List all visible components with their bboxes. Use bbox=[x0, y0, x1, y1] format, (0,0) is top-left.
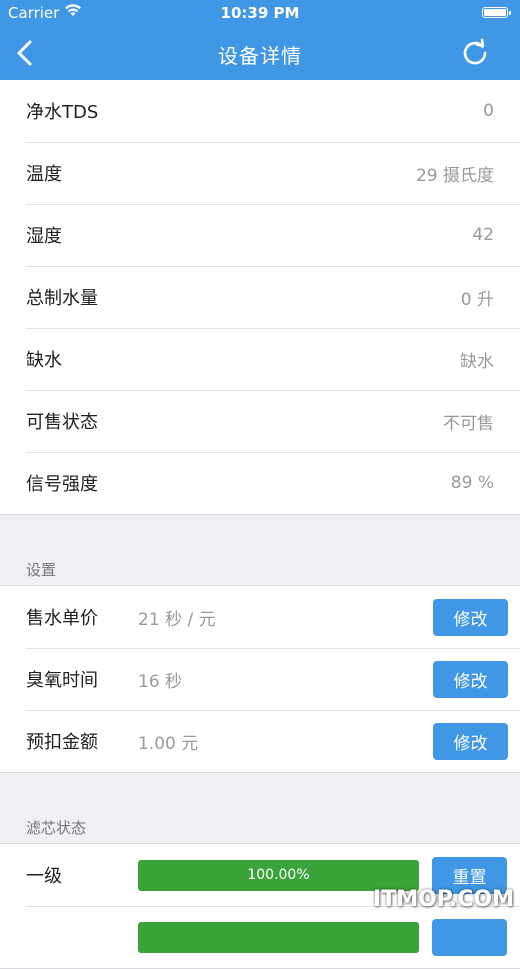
detail-label: 温度 bbox=[26, 164, 62, 185]
battery-full-icon bbox=[482, 7, 511, 18]
detail-value: 不可售 bbox=[443, 413, 494, 434]
setting-value: 21 秒 / 元 bbox=[138, 609, 216, 630]
detail-value: 42 bbox=[472, 225, 494, 245]
watermark: ITMOP.COM bbox=[373, 887, 514, 912]
setting-value: 1.00 元 bbox=[138, 733, 199, 754]
settings-section-header: 设置 bbox=[26, 561, 57, 579]
setting-label: 售水单价 bbox=[26, 608, 98, 629]
filter-progress-bar: 100.00% bbox=[138, 859, 419, 891]
detail-value: 29 摄氏度 bbox=[415, 165, 494, 186]
detail-row-tds: 净水TDS 0 bbox=[0, 80, 520, 142]
edit-ozone-time-button[interactable]: 修改 bbox=[433, 660, 508, 698]
detail-row-humidity: 湿度 42 bbox=[0, 204, 520, 266]
page-title: 设备详情 bbox=[218, 44, 302, 68]
detail-value: 0 bbox=[483, 101, 494, 121]
detail-content: 净水TDS 0 温度 29 摄氏度 湿度 42 总制水量 0 升 缺水 缺水 可… bbox=[0, 80, 520, 969]
edit-prededuct-amount-button[interactable]: 修改 bbox=[433, 722, 508, 760]
detail-label: 缺水 bbox=[26, 350, 62, 371]
filter-progress-text: 100.00% bbox=[247, 867, 310, 883]
setting-row-prededuct-amount: 预扣金额 1.00 元 修改 bbox=[0, 710, 520, 772]
detail-value: 缺水 bbox=[460, 351, 494, 372]
edit-unit-price-button[interactable]: 修改 bbox=[433, 598, 508, 636]
navigation-bar: 设备详情 bbox=[0, 26, 520, 80]
filter-section-header: 滤芯状态 bbox=[26, 819, 87, 837]
detail-value: 89 % bbox=[450, 473, 494, 493]
setting-row-ozone-time: 臭氧时间 16 秒 修改 bbox=[0, 648, 520, 710]
detail-row-total-water: 总制水量 0 升 bbox=[0, 266, 520, 328]
setting-row-unit-price: 售水单价 21 秒 / 元 修改 bbox=[0, 586, 520, 648]
detail-label: 信号强度 bbox=[26, 474, 98, 495]
detail-row-water-shortage: 缺水 缺水 bbox=[0, 328, 520, 390]
detail-label: 总制水量 bbox=[26, 288, 98, 309]
refresh-icon[interactable] bbox=[460, 38, 490, 68]
detail-label: 净水TDS bbox=[26, 102, 99, 123]
detail-label: 湿度 bbox=[26, 226, 62, 247]
detail-row-signal-strength: 信号强度 89 % bbox=[0, 452, 520, 514]
detail-row-temperature: 温度 29 摄氏度 bbox=[0, 142, 520, 204]
detail-label: 可售状态 bbox=[26, 412, 98, 433]
filter-label: 一级 bbox=[26, 866, 62, 887]
status-bar: Carrier 10:39 PM bbox=[0, 0, 520, 26]
setting-label: 预扣金额 bbox=[26, 732, 98, 753]
filter-row-level-2 bbox=[0, 906, 520, 968]
detail-value: 0 升 bbox=[460, 289, 494, 310]
settings-list: 售水单价 21 秒 / 元 修改 臭氧时间 16 秒 修改 预扣金额 1.00 … bbox=[0, 585, 520, 773]
setting-label: 臭氧时间 bbox=[26, 670, 98, 691]
detail-row-sale-status: 可售状态 不可售 bbox=[0, 390, 520, 452]
filter-progress-text bbox=[138, 922, 419, 953]
setting-value: 16 秒 bbox=[138, 671, 183, 692]
device-details-list: 净水TDS 0 温度 29 摄氏度 湿度 42 总制水量 0 升 缺水 缺水 可… bbox=[0, 80, 520, 515]
status-time: 10:39 PM bbox=[220, 4, 300, 22]
filter-progress-bar bbox=[138, 921, 419, 953]
reset-filter-button[interactable] bbox=[432, 918, 507, 956]
